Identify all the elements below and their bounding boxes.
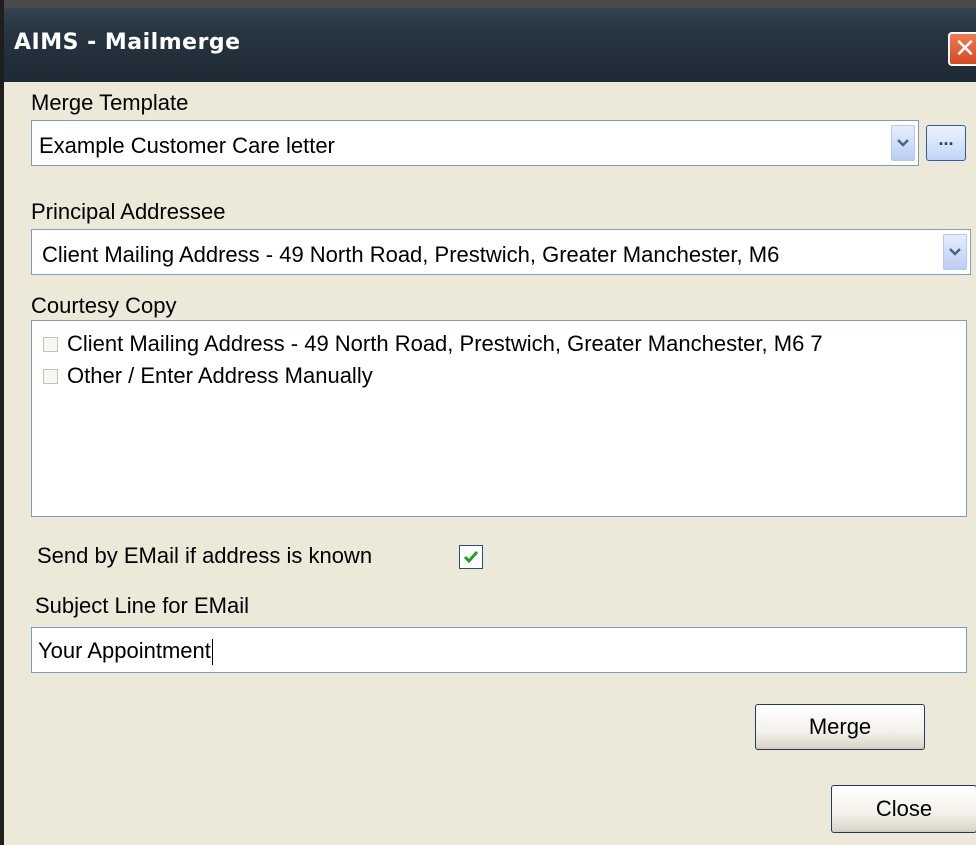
list-item-label: Other / Enter Address Manually: [67, 363, 373, 388]
subject-line-input[interactable]: Your Appointment: [31, 627, 967, 673]
checkbox[interactable]: [43, 336, 58, 352]
merge-template-label: Merge Template: [31, 90, 189, 115]
send-by-email-label: Send by EMail if address is known: [37, 543, 373, 568]
subject-line-text: Your Appointment: [38, 638, 211, 663]
principal-addressee-select[interactable]: Client Mailing Address - 49 North Road, …: [31, 229, 971, 275]
courtesy-copy-item-client-address[interactable]: Client Mailing Address - 49 North Road, …: [43, 329, 823, 359]
title-bar[interactable]: AIMS - Mailmerge ✕: [4, 0, 976, 82]
subject-line-value: Your Appointment: [38, 638, 213, 666]
principal-addressee-value: Client Mailing Address - 49 North Road, …: [42, 242, 780, 267]
text-caret: [211, 639, 213, 666]
courtesy-copy-list[interactable]: Client Mailing Address - 49 North Road, …: [31, 320, 967, 517]
close-icon: ✕: [954, 34, 976, 64]
principal-addressee-dropdown-button[interactable]: [943, 234, 967, 270]
merge-template-value: Example Customer Care letter: [39, 133, 335, 158]
merge-template-dropdown-button[interactable]: [891, 125, 915, 161]
courtesy-copy-label: Courtesy Copy: [31, 293, 177, 318]
subject-line-label: Subject Line for EMail: [35, 593, 249, 618]
chevron-down-icon: [897, 139, 909, 147]
courtesy-copy-item-other-address[interactable]: Other / Enter Address Manually: [43, 361, 373, 391]
close-button[interactable]: Close: [831, 785, 976, 833]
mailmerge-dialog: AIMS - Mailmerge ✕ Merge Template Exampl…: [0, 0, 976, 845]
browse-template-button[interactable]: ...: [926, 125, 966, 161]
principal-addressee-label: Principal Addressee: [31, 199, 226, 224]
chevron-down-icon: [949, 248, 961, 256]
merge-template-select[interactable]: Example Customer Care letter: [31, 120, 919, 166]
send-by-email-checkbox[interactable]: [459, 545, 483, 569]
checkbox[interactable]: [43, 368, 58, 384]
merge-button[interactable]: Merge: [755, 704, 925, 750]
window-close-button[interactable]: ✕: [948, 32, 976, 66]
window-title: AIMS - Mailmerge: [14, 30, 241, 55]
list-item-label: Client Mailing Address - 49 North Road, …: [67, 331, 823, 356]
checkmark-icon: [463, 551, 479, 564]
